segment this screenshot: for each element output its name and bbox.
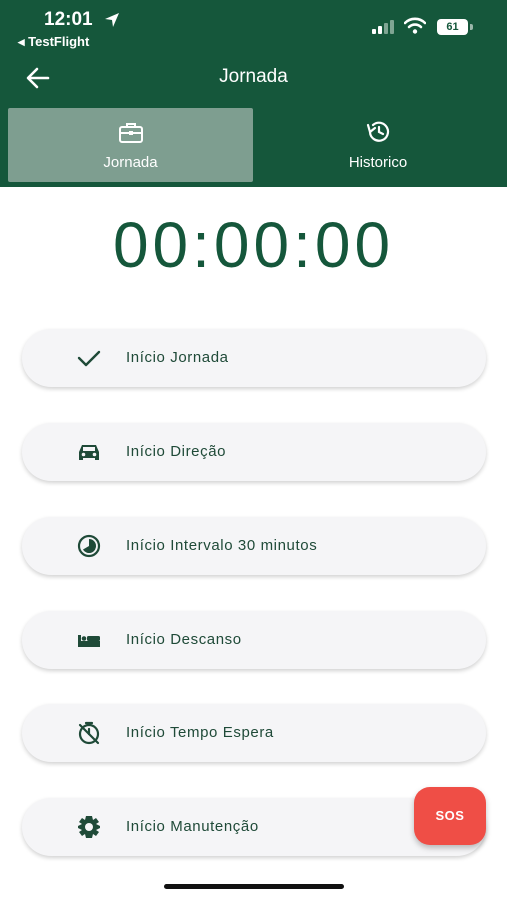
location-arrow-icon (105, 13, 119, 27)
tab-historico[interactable]: Historico (253, 108, 503, 182)
status-time: 12:01 (44, 9, 93, 30)
tab-jornada[interactable]: Jornada (8, 108, 253, 182)
tab-historico-label: Historico (348, 154, 408, 171)
gear-icon (78, 816, 100, 838)
home-indicator (164, 884, 344, 889)
start-manutencao-label: Início Manutenção (126, 818, 259, 835)
start-jornada-button[interactable]: Início Jornada (22, 329, 486, 387)
start-descanso-button[interactable]: Início Descanso (22, 611, 486, 669)
header: 12:01 ◂ TestFlight 61 Jornada Jornada Hi… (0, 0, 507, 187)
page-title: Jornada (219, 66, 288, 87)
start-intervalo-button[interactable]: Início Intervalo 30 minutos (22, 517, 486, 575)
timer-off-icon (78, 721, 100, 745)
back-to-testflight-link[interactable]: ◂ TestFlight (18, 34, 89, 50)
start-tempo-espera-label: Início Tempo Espera (126, 724, 274, 741)
car-icon (79, 445, 99, 460)
sos-button[interactable]: SOS (414, 787, 486, 845)
start-jornada-label: Início Jornada (126, 349, 229, 366)
wifi-icon (404, 17, 426, 34)
battery-tip (470, 24, 473, 30)
start-tempo-espera-button[interactable]: Início Tempo Espera (22, 704, 486, 762)
start-direcao-button[interactable]: Início Direção (22, 423, 486, 481)
start-direcao-label: Início Direção (126, 443, 227, 460)
start-intervalo-label: Início Intervalo 30 minutos (126, 537, 318, 554)
cellular-signal-icon (372, 20, 394, 34)
start-descanso-label: Início Descanso (126, 631, 242, 648)
elapsed-timer: 00:00:00 (112, 209, 395, 281)
bed-icon (78, 635, 100, 647)
timelapse-icon (77, 534, 101, 558)
app-bar: Jornada (0, 56, 507, 100)
history-icon (366, 121, 390, 142)
briefcase-icon (118, 123, 143, 143)
tab-jornada-label: Jornada (103, 154, 158, 171)
check-icon (77, 350, 101, 367)
battery-level: 61 (437, 19, 468, 35)
status-bar: 12:01 ◂ TestFlight 61 (0, 0, 507, 54)
